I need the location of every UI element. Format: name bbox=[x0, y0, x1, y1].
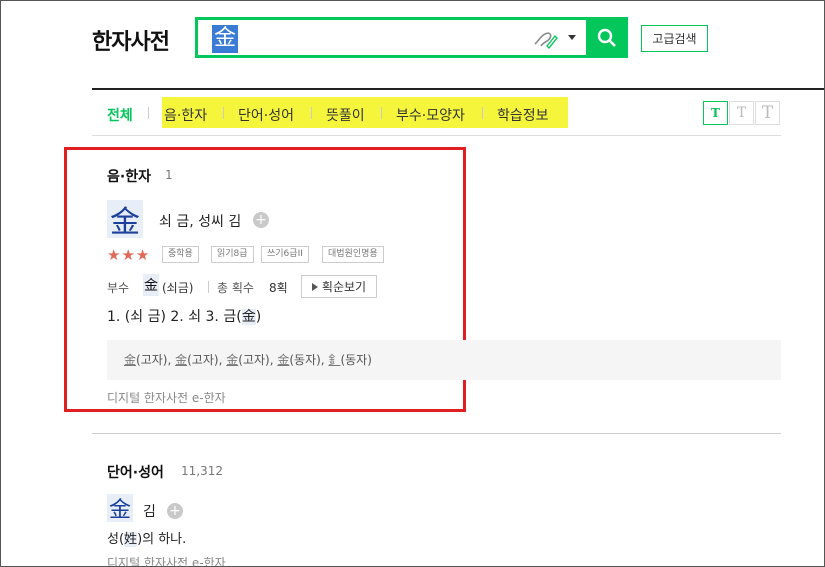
hanja-reading: 쇠 금, 성씨 김 bbox=[159, 214, 242, 230]
meta-separator bbox=[208, 281, 209, 293]
search-icon bbox=[597, 28, 616, 47]
site-logo[interactable]: 한자사전 bbox=[92, 24, 170, 56]
tab-separator bbox=[381, 107, 382, 119]
source-credit[interactable]: 디지털 한자사전 e-한자 bbox=[107, 389, 226, 406]
tab-separator bbox=[311, 107, 312, 119]
variant-link[interactable]: 金 bbox=[277, 353, 289, 367]
hanja-meanings: 1. (쇠 금) 2. 쇠 3. 금(金) bbox=[107, 309, 262, 325]
word-character-link[interactable]: 金 bbox=[107, 494, 133, 523]
add-wordbook-icon[interactable]: + bbox=[167, 503, 183, 519]
handwriting-icon[interactable] bbox=[532, 28, 558, 50]
stroke-order-label: 획순보기 bbox=[321, 280, 367, 294]
stroke-order-button[interactable]: 획순보기 bbox=[301, 275, 377, 298]
section-divider bbox=[92, 433, 781, 434]
level-badge: 대법원인명용 bbox=[322, 246, 384, 263]
tab-separator bbox=[482, 107, 483, 119]
tab-radical-shape[interactable]: 부수·모양자 bbox=[396, 105, 465, 125]
stroke-count-label: 총 획수 bbox=[217, 281, 254, 295]
level-badge: 중학용 bbox=[162, 246, 199, 263]
meaning-character-link[interactable]: 金 bbox=[241, 309, 256, 325]
importance-stars: ★★★ bbox=[107, 246, 151, 264]
font-size-small-button[interactable]: T bbox=[703, 101, 728, 125]
section-title-words: 단어·성어 bbox=[107, 465, 164, 481]
word-meaning: 성(姓)의 하나. bbox=[107, 532, 187, 547]
tab-meanings[interactable]: 뜻풀이 bbox=[326, 105, 365, 125]
tab-separator bbox=[223, 107, 224, 119]
radical-character-link[interactable]: 金 bbox=[143, 274, 159, 296]
section-title-hanja: 음·한자 bbox=[107, 169, 151, 185]
add-wordbook-icon[interactable]: + bbox=[253, 212, 269, 228]
font-size-large-button[interactable]: T bbox=[755, 101, 780, 125]
radical-label: 부수 bbox=[107, 281, 130, 295]
header-divider bbox=[92, 88, 825, 90]
section-count-hanja: 1 bbox=[165, 168, 173, 182]
variant-link[interactable]: 金 bbox=[175, 353, 187, 367]
tab-study-info[interactable]: 학습정보 bbox=[497, 105, 549, 125]
word-reading: 김 bbox=[143, 504, 156, 520]
variant-characters: 金(고자), 金(고자), 金(고자), 金(동자), 釒(동자) bbox=[124, 353, 372, 367]
stroke-count-value: 8획 bbox=[269, 281, 288, 295]
meaning-character-link[interactable]: 姓 bbox=[124, 532, 138, 547]
tabs-divider bbox=[92, 135, 781, 136]
font-size-medium-button[interactable]: T bbox=[729, 101, 754, 125]
tab-all[interactable]: 전체 bbox=[107, 105, 133, 125]
advanced-search-button[interactable]: 고급검색 bbox=[641, 25, 708, 52]
search-box[interactable]: 金 bbox=[195, 17, 628, 58]
search-input[interactable]: 金 bbox=[212, 25, 239, 53]
level-badge: 읽기8급 bbox=[211, 246, 254, 263]
chevron-down-icon[interactable] bbox=[568, 35, 576, 40]
variant-link[interactable]: 金 bbox=[226, 353, 238, 367]
tab-separator bbox=[148, 107, 149, 119]
search-button[interactable] bbox=[586, 17, 628, 58]
source-credit[interactable]: 디지털 한자사전 e-한자 bbox=[107, 554, 226, 567]
level-badge: 쓰기6급II bbox=[261, 246, 309, 263]
play-icon bbox=[311, 282, 318, 291]
hanja-character-link[interactable]: 金 bbox=[107, 200, 143, 240]
variant-link[interactable]: 釒 bbox=[328, 353, 340, 367]
tab-reading-hanja[interactable]: 음·한자 bbox=[164, 105, 207, 125]
tab-words-idioms[interactable]: 단어·성어 bbox=[238, 105, 294, 125]
section-count-words: 11,312 bbox=[181, 464, 223, 478]
variant-link[interactable]: 金 bbox=[124, 353, 136, 367]
radical-reading: (쇠금) bbox=[162, 281, 194, 295]
